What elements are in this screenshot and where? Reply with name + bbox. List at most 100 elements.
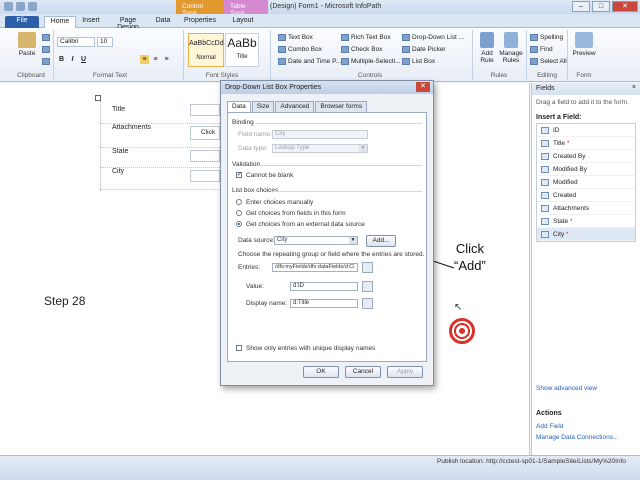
select-xpath-entries-icon[interactable] (362, 262, 373, 273)
add-data-source-button[interactable]: Add... (366, 235, 396, 247)
bold-button[interactable]: B (57, 55, 66, 64)
format-text-group-label: Format Text (92, 72, 128, 79)
cannot-be-blank-checkbox[interactable]: ✓ (236, 172, 242, 178)
tab-home[interactable]: Home (44, 16, 76, 28)
format-painter-button[interactable] (42, 58, 50, 65)
dialog-close-icon[interactable]: ✕ (416, 82, 430, 92)
field-icon (541, 231, 549, 238)
choices-from-form-radio[interactable] (236, 210, 242, 216)
manage-data-connections-link[interactable]: Manage Data Connections... (532, 434, 618, 441)
dialog-tab-advanced[interactable]: Advanced (275, 101, 315, 112)
multiple-selection-icon (341, 58, 349, 65)
add-field-link[interactable]: Add Field (532, 423, 563, 430)
italic-button[interactable]: I (68, 55, 77, 64)
field-item-id[interactable]: ID (537, 124, 635, 137)
field-item-title[interactable]: Title * (537, 137, 635, 150)
cancel-button[interactable]: Cancel (345, 366, 381, 378)
cut-icon (42, 34, 50, 41)
display-name-input[interactable]: d:Title (290, 299, 358, 308)
control-text-box[interactable]: Text Box (278, 34, 313, 41)
display-name-label: Display name: (246, 300, 288, 307)
maximize-icon[interactable]: □ (592, 1, 610, 12)
redo-icon[interactable] (28, 2, 37, 11)
align-center-button[interactable]: ≡ (151, 55, 160, 64)
font-name-select[interactable]: Calibri (57, 37, 95, 47)
align-right-button[interactable]: ≡ (162, 55, 171, 64)
external-source-label: Get choices from an external data source (246, 221, 365, 228)
control-multiple-selection[interactable]: Multiple-Selecti... (341, 58, 401, 65)
paste-button[interactable]: Paste (14, 32, 40, 57)
underline-button[interactable]: U (79, 55, 88, 64)
control-drop-down-list[interactable]: Drop-Down List ... (402, 34, 464, 41)
find-icon (530, 46, 538, 53)
value-input[interactable]: d:ID (290, 282, 358, 291)
close-pane-icon[interactable]: × (632, 84, 636, 91)
control-combo-box[interactable]: Combo Box (278, 46, 322, 53)
dialog-tab-size[interactable]: Size (251, 101, 275, 112)
save-icon[interactable] (4, 2, 13, 11)
title-field[interactable] (190, 104, 220, 116)
align-left-button[interactable]: ≡ (140, 55, 149, 64)
tab-layout[interactable]: Layout (228, 16, 258, 28)
clipboard-group-label: Clipboard (17, 72, 45, 79)
undo-icon[interactable] (16, 2, 25, 11)
field-item-created-by[interactable]: Created By (537, 150, 635, 163)
state-field[interactable] (190, 150, 220, 162)
section-divider (272, 191, 422, 192)
manage-rules-button[interactable]: Manage Rules (499, 32, 523, 64)
field-list: ID Title * Created By Modified By Modifi… (536, 123, 636, 242)
add-rule-button[interactable]: Add Rule (476, 32, 498, 64)
tab-file[interactable]: File (5, 16, 39, 28)
tab-page-design[interactable]: Page Design (108, 16, 148, 31)
external-source-radio[interactable] (236, 221, 242, 227)
field-item-modified[interactable]: Modified (537, 176, 635, 189)
unique-entries-checkbox[interactable] (236, 345, 242, 351)
control-check-box[interactable]: Check Box (341, 46, 382, 53)
style-title[interactable]: AaBb Title (225, 33, 259, 67)
insert-field-label: Insert a Field: (536, 114, 582, 121)
find-button[interactable]: Find (530, 46, 553, 53)
editing-group-label: Editing (537, 72, 557, 79)
actions-label: Actions (536, 410, 562, 417)
minimize-icon[interactable]: – (572, 1, 590, 12)
field-item-city[interactable]: City * (537, 228, 635, 241)
font-size-select[interactable]: 10 (97, 37, 113, 47)
combo-box-icon (278, 46, 286, 53)
select-xpath-value-icon[interactable] (362, 281, 373, 292)
dialog-tab-data[interactable]: Data (227, 101, 251, 112)
entries-input[interactable]: /dfs:myFields/dfs:dataFields/d:Ci (272, 263, 358, 272)
field-icon (541, 166, 549, 173)
tab-properties[interactable]: Properties (180, 16, 220, 28)
spelling-button[interactable]: Spelling (530, 34, 563, 41)
select-all-button[interactable]: Select All (530, 58, 567, 65)
attachments-field[interactable]: Click (190, 126, 220, 140)
data-source-select[interactable]: City ▼ (274, 236, 358, 245)
style-normal-label: Normal (196, 55, 216, 61)
table-tools-context-tab: Table Tools (224, 0, 268, 17)
control-list-box[interactable]: List Box (402, 58, 435, 65)
form-label-attachments: Attachments (112, 124, 151, 131)
field-item-created[interactable]: Created (537, 189, 635, 202)
copy-button[interactable] (42, 46, 50, 53)
text-box-icon (278, 34, 286, 41)
style-normal[interactable]: AaBbCcDd Normal (188, 33, 224, 67)
city-field[interactable] (190, 170, 220, 182)
ok-button[interactable]: OK (303, 366, 339, 378)
field-item-modified-by[interactable]: Modified By (537, 163, 635, 176)
tab-data[interactable]: Data (152, 16, 174, 28)
dialog-tab-browser-forms[interactable]: Browser forms (315, 101, 368, 112)
control-rich-text-box[interactable]: Rich Text Box (341, 34, 391, 41)
chevron-down-icon: ▼ (359, 145, 367, 152)
enter-manually-radio[interactable] (236, 199, 242, 205)
preview-button[interactable]: Preview (570, 32, 598, 57)
cut-button[interactable] (42, 34, 50, 41)
select-xpath-display-icon[interactable] (362, 298, 373, 309)
control-date-time-picker[interactable]: Date and Time P... (278, 58, 341, 65)
show-advanced-view-link[interactable]: Show advanced view (532, 385, 597, 392)
control-date-picker[interactable]: Date Picker (402, 46, 446, 53)
tab-insert[interactable]: Insert (78, 16, 104, 28)
field-item-state[interactable]: State * (537, 215, 635, 228)
field-item-attachments[interactable]: Attachments (537, 202, 635, 215)
close-icon[interactable]: ✕ (612, 1, 638, 12)
style-normal-sample: AaBbCcDd (189, 40, 224, 47)
